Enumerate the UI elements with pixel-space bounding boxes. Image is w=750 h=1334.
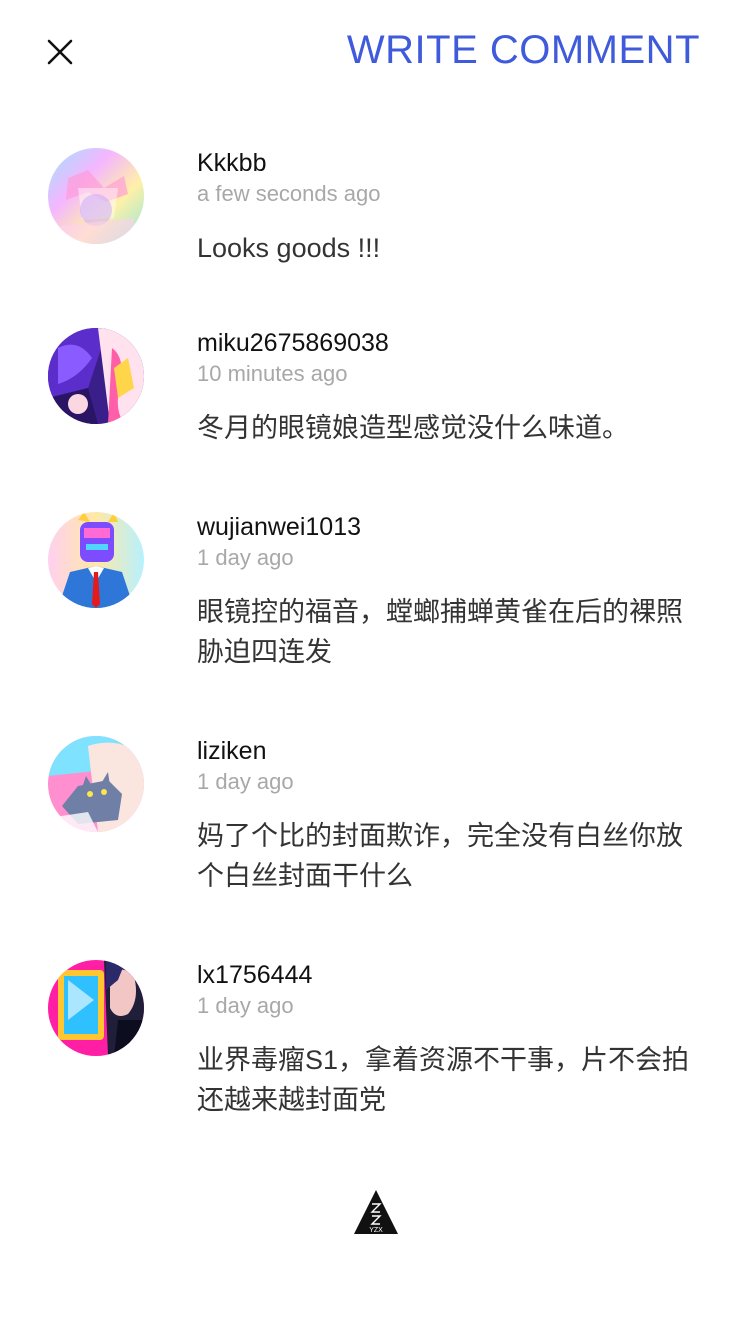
comment-timestamp: 1 day ago (197, 769, 294, 794)
write-comment-button[interactable]: WRITE COMMENT (347, 28, 700, 73)
comment-body: wujianwei1013 1 day ago 眼镜控的福音，螳螂捕蝉黄雀在后的… (197, 512, 707, 672)
brand-logo: YZX (352, 1188, 400, 1236)
comment-body: miku2675869038 10 minutes ago 冬月的眼镜娘造型感觉… (197, 328, 707, 448)
user-avatar[interactable] (48, 148, 144, 244)
comment-body: lx1756444 1 day ago 业界毒瘤S1，拿着资源不干事，片不会拍还… (197, 960, 707, 1120)
comment-username[interactable]: liziken (197, 736, 707, 766)
comment-body: liziken 1 day ago 妈了个比的封面欺诈，完全没有白丝你放个白丝封… (197, 736, 707, 896)
pastel-rainbow-avatar-icon (48, 148, 144, 244)
user-avatar[interactable] (48, 328, 144, 424)
comment-timestamp: 1 day ago (197, 545, 294, 570)
comment-text: 妈了个比的封面欺诈，完全没有白丝你放个白丝封面干什么 (197, 821, 683, 891)
user-avatar[interactable] (48, 512, 144, 608)
comment-username[interactable]: lx1756444 (197, 960, 707, 990)
mirror-portrait-avatar-icon (48, 960, 144, 1056)
comment-text: 业界毒瘤S1，拿着资源不干事，片不会拍还越来越封面党 (197, 1045, 690, 1115)
cat-pink-avatar-icon (48, 736, 144, 832)
logo-text: YZX (369, 1227, 383, 1234)
purple-hair-avatar-icon (48, 328, 144, 424)
triangle-logo-icon: YZX (354, 1190, 398, 1234)
comment-timestamp: 1 day ago (197, 993, 294, 1018)
comment-text: Looks goods !!! (197, 233, 381, 263)
comment-body: Kkkbb a few seconds ago Looks goods !!! (197, 148, 707, 268)
top-bar: WRITE COMMENT (0, 0, 750, 110)
user-avatar[interactable] (48, 736, 144, 832)
comment-username[interactable]: Kkkbb (197, 148, 707, 178)
comment-timestamp: a few seconds ago (197, 181, 381, 206)
close-button[interactable] (40, 32, 80, 72)
comment-timestamp: 10 minutes ago (197, 361, 348, 386)
user-avatar[interactable] (48, 960, 144, 1056)
comment-text: 冬月的眼镜娘造型感觉没什么味道。 (197, 413, 629, 443)
comment-text: 眼镜控的福音，螳螂捕蝉黄雀在后的裸照胁迫四连发 (197, 597, 683, 667)
close-icon (47, 39, 73, 65)
comment-username[interactable]: miku2675869038 (197, 328, 707, 358)
suit-figure-avatar-icon (48, 512, 144, 608)
comment-username[interactable]: wujianwei1013 (197, 512, 707, 542)
